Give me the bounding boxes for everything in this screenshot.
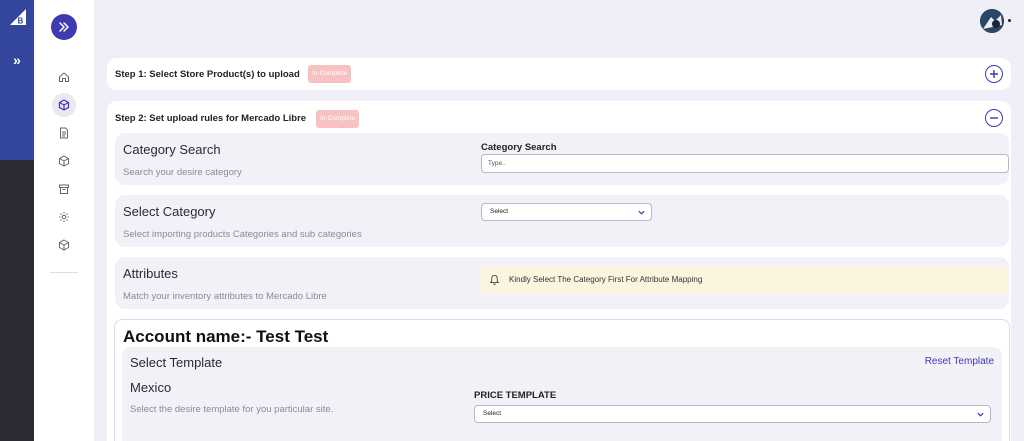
select-category-section: Select Category Select importing product… [115, 195, 1009, 247]
section-heading: Category Search [123, 142, 221, 157]
home-icon [59, 72, 69, 82]
sidebar-item-orders[interactable] [52, 177, 76, 201]
step-2-title: Step 2: Set upload rules for Mercado Lib… [115, 113, 307, 124]
avatar-menu-indicator[interactable] [1008, 19, 1011, 22]
sidebar-divider [50, 272, 78, 273]
select-template-heading: Select Template [130, 355, 223, 370]
step-1-title: Step 1: Select Store Product(s) to uploa… [115, 69, 300, 80]
bell-icon [489, 274, 500, 285]
country-name: Mexico [130, 380, 172, 395]
price-template-select[interactable]: Select [474, 405, 991, 423]
account-title: Account name:- Test Test [123, 327, 329, 346]
template-description: Select the desire template for you parti… [130, 404, 334, 415]
platform-sidebar: B » [0, 0, 34, 441]
sidebar-item-settings[interactable] [52, 205, 76, 229]
section-heading: Select Category [123, 204, 216, 219]
cube-outline-icon [59, 239, 69, 251]
section-description: Search your desire category [123, 167, 242, 178]
sidebar-item-products[interactable] [52, 93, 76, 117]
template-panel: Select Template Reset Template Mexico Se… [122, 347, 1002, 441]
attribute-mapping-alert: Kindly Select The Category First For Att… [481, 266, 1008, 294]
user-avatar[interactable] [980, 9, 1004, 33]
chevron-down-icon [977, 412, 984, 417]
attributes-section: Attributes Match your inventory attribut… [115, 257, 1009, 309]
category-select-value: Select [490, 208, 509, 215]
section-description: Select importing products Categories and… [123, 229, 362, 240]
double-chevron-right-icon[interactable]: » [9, 52, 25, 68]
price-template-label: PRICE TEMPLATE [474, 390, 557, 401]
status-badge: In-Complete [308, 65, 352, 83]
sidebar-item-inventory[interactable] [52, 149, 76, 173]
sidebar-item-home[interactable] [52, 65, 76, 89]
cube-icon [58, 99, 70, 111]
svg-text:B: B [18, 17, 24, 26]
plus-circle-icon [990, 70, 998, 78]
minus-circle-icon [990, 117, 998, 119]
document-icon [60, 127, 68, 139]
reset-template-link[interactable]: Reset Template [925, 356, 994, 367]
chevron-down-icon [638, 210, 645, 215]
bigcommerce-logo-icon[interactable]: B [9, 8, 27, 26]
avatar-image [980, 9, 1004, 33]
status-badge: In-Complete [316, 110, 360, 128]
category-search-input[interactable] [481, 154, 1009, 173]
price-template-value: Select [483, 410, 502, 417]
category-search-label: Category Search [481, 142, 557, 153]
section-heading: Attributes [123, 266, 178, 281]
archive-icon [59, 184, 69, 194]
sidebar-item-documents[interactable] [52, 121, 76, 145]
main-content: Step 1: Select Store Product(s) to uploa… [94, 0, 1024, 441]
step-1-card: Step 1: Select Store Product(s) to uploa… [107, 58, 1011, 90]
expand-step-button[interactable] [985, 65, 1003, 83]
step-2-card: Step 2: Set upload rules for Mercado Lib… [107, 101, 1011, 441]
account-card: Account name:- Test Test Select Template… [114, 319, 1010, 441]
double-chevron-right-icon [59, 22, 69, 32]
alert-message: Kindly Select The Category First For Att… [509, 275, 703, 284]
category-select[interactable]: Select [481, 203, 652, 221]
gear-icon [59, 212, 69, 222]
sidebar-item-templates[interactable] [52, 233, 76, 257]
sidebar-toggle-button[interactable] [51, 14, 77, 40]
box-icon [59, 155, 69, 167]
app-sidebar [34, 0, 94, 441]
collapse-step-button[interactable] [985, 109, 1003, 127]
section-description: Match your inventory attributes to Merca… [123, 291, 327, 302]
category-search-section: Category Search Search your desire categ… [115, 133, 1009, 185]
